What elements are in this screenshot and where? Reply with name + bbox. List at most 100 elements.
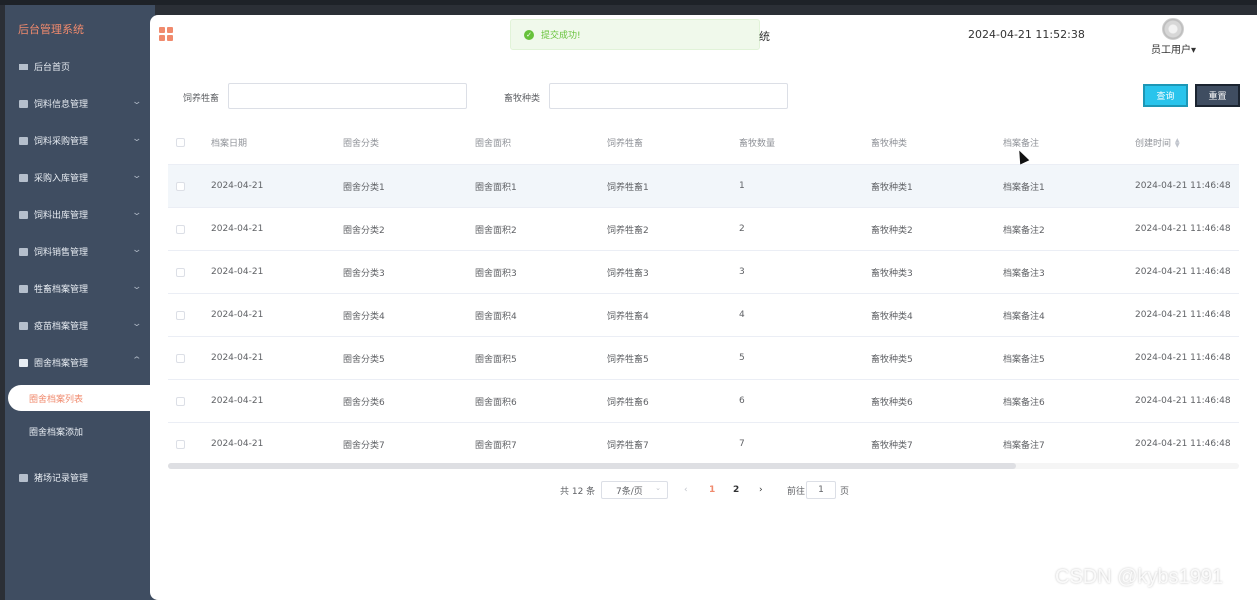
- cell-remark: 档案备注7: [1003, 440, 1045, 451]
- row-checkbox[interactable]: [176, 224, 185, 234]
- row-checkbox[interactable]: [176, 181, 185, 191]
- cell-quantity: 1: [739, 181, 745, 191]
- cell-quantity: 4: [739, 310, 745, 320]
- table-row[interactable]: 2024-04-21 圈舍分类1 圈舍面积1 饲养牲畜1 1 畜牧种类1 档案备注1 2024…: [168, 165, 1239, 208]
- page-size-select[interactable]: 7条/页 ⌄: [601, 481, 668, 499]
- table-row[interactable]: 2024-04-21 圈舍分类7 圈舍面积7 饲养牲畜7 7 畜牧种类7 档案备注7 2024…: [168, 423, 1239, 466]
- query-button[interactable]: 查询: [1143, 84, 1188, 107]
- sidebar-item-livestock[interactable]: 牲畜档案管理 ⌄: [5, 270, 155, 307]
- table-header-row: 档案日期 圈舍分类 圈舍面积 饲养牲畜 畜牧数量 畜牧种类 档案备注 创建时间 …: [168, 121, 1239, 165]
- category-input[interactable]: [549, 83, 788, 109]
- sidebar-item-purchase-inbound[interactable]: 采购入库管理 ⌄: [5, 159, 155, 196]
- page-title-fragment: 统: [759, 30, 770, 43]
- success-toast: ✓ 提交成功!: [510, 19, 760, 50]
- col-header-livestock[interactable]: 饲养牲畜: [607, 121, 643, 164]
- cell-pen-category: 圈舍分类4: [343, 311, 385, 322]
- goto-unit: 页: [840, 486, 850, 497]
- col-header-pen-category[interactable]: 圈舍分类: [343, 121, 379, 164]
- sidebar-item-pen-archive[interactable]: 圈舍档案管理 ⌃: [5, 344, 155, 381]
- cell-pen-category: 圈舍分类2: [343, 225, 385, 236]
- cell-remark: 档案备注3: [1003, 268, 1045, 279]
- sidebar-item-farm-records[interactable]: 猪场记录管理: [5, 459, 155, 496]
- cell-date: 2024-04-21: [211, 267, 264, 277]
- data-table: 档案日期 圈舍分类 圈舍面积 饲养牲畜 畜牧数量 畜牧种类 档案备注 创建时间 …: [168, 121, 1239, 466]
- sidebar-item-label: 牲畜档案管理: [34, 285, 89, 295]
- goto-page-input[interactable]: [806, 481, 836, 499]
- cell-category: 畜牧种类7: [871, 440, 913, 451]
- cell-date: 2024-04-21: [211, 310, 264, 320]
- cell-created: 2024-04-21 11:46:48: [1135, 224, 1231, 234]
- cell-quantity: 2: [739, 224, 745, 234]
- col-header-quantity[interactable]: 畜牧数量: [739, 121, 775, 164]
- row-checkbox[interactable]: [176, 310, 185, 320]
- menu-icon: [19, 247, 28, 256]
- sort-icon[interactable]: ▲ ▼: [1175, 137, 1180, 148]
- page-1-button[interactable]: 1: [709, 481, 715, 499]
- sidebar-item-label: 饲料出库管理: [34, 211, 89, 221]
- cell-date: 2024-04-21: [211, 439, 264, 449]
- cell-pen-area: 圈舍面积2: [475, 225, 517, 236]
- row-checkbox[interactable]: [176, 439, 185, 449]
- cell-pen-area: 圈舍面积1: [475, 182, 517, 193]
- cell-date: 2024-04-21: [211, 353, 264, 363]
- page-2-button[interactable]: 2: [733, 481, 739, 499]
- chevron-up-icon: ⌃: [131, 356, 143, 366]
- table-row[interactable]: 2024-04-21 圈舍分类4 圈舍面积4 饲养牲畜4 4 畜牧种类4 档案备注4 2024…: [168, 294, 1239, 337]
- sidebar-item-feed-outbound[interactable]: 饲料出库管理 ⌄: [5, 196, 155, 233]
- sidebar-item-label: 后台首页: [34, 63, 71, 73]
- grid-menu-icon[interactable]: [159, 27, 173, 41]
- sidebar-item-feed-sales[interactable]: 饲料销售管理 ⌄: [5, 233, 155, 270]
- cell-remark: 档案备注1: [1003, 182, 1045, 193]
- prev-page-button[interactable]: ‹: [684, 481, 688, 499]
- col-header-created[interactable]: 创建时间 ▲ ▼: [1135, 121, 1180, 164]
- submenu-item-pen-add[interactable]: 圈舍档案添加: [29, 425, 83, 438]
- sidebar-item-feed-purchase[interactable]: 饲料采购管理 ⌄: [5, 122, 155, 159]
- cell-quantity: 3: [739, 267, 745, 277]
- sidebar-menu-bottom: 猪场记录管理: [5, 459, 155, 496]
- cell-remark: 档案备注4: [1003, 311, 1045, 322]
- user-menu[interactable]: 员工用户▾: [1151, 41, 1196, 56]
- scrollbar-thumb[interactable]: [168, 463, 1016, 469]
- menu-icon: [19, 210, 28, 219]
- reset-button[interactable]: 重置: [1195, 84, 1240, 107]
- cell-created: 2024-04-21 11:46:48: [1135, 439, 1231, 449]
- chevron-down-icon: ⌄: [131, 97, 143, 107]
- cell-quantity: 7: [739, 439, 745, 449]
- cell-created: 2024-04-21 11:46:48: [1135, 353, 1231, 363]
- row-checkbox[interactable]: [176, 396, 185, 406]
- cell-category: 畜牧种类2: [871, 225, 913, 236]
- sidebar-item-vaccine[interactable]: 疫苗档案管理 ⌄: [5, 307, 155, 344]
- sidebar-item-home[interactable]: 后台首页: [5, 48, 155, 85]
- cell-created: 2024-04-21 11:46:48: [1135, 310, 1231, 320]
- table-row[interactable]: 2024-04-21 圈舍分类3 圈舍面积3 饲养牲畜3 3 畜牧种类3 档案备注3 2024…: [168, 251, 1239, 294]
- cell-pen-category: 圈舍分类7: [343, 440, 385, 451]
- next-page-button[interactable]: ›: [759, 481, 763, 499]
- page-size-value: 7条/页: [616, 486, 643, 497]
- horizontal-scrollbar[interactable]: [168, 463, 1239, 469]
- submenu-item-pen-list[interactable]: 圈舍档案列表: [8, 385, 155, 411]
- col-header-date[interactable]: 档案日期: [211, 121, 247, 164]
- row-checkbox[interactable]: [176, 267, 185, 277]
- cell-category: 畜牧种类1: [871, 182, 913, 193]
- cell-category: 畜牧种类6: [871, 397, 913, 408]
- cell-pen-area: 圈舍面积3: [475, 268, 517, 279]
- watermark: CSDN @kybs1991: [1055, 566, 1224, 588]
- select-all-checkbox[interactable]: [176, 138, 185, 147]
- sidebar: 后台管理系统 后台首页 饲料信息管理 ⌄ 饲料采购管理 ⌄ 采购入库管理 ⌄ 饲…: [5, 5, 155, 600]
- cell-category: 畜牧种类3: [871, 268, 913, 279]
- header-datetime: 2024-04-21 11:52:38: [968, 28, 1085, 41]
- sidebar-item-label: 饲料信息管理: [34, 100, 89, 110]
- avatar[interactable]: [1162, 18, 1184, 40]
- col-header-category[interactable]: 畜牧种类: [871, 121, 907, 164]
- table-row[interactable]: 2024-04-21 圈舍分类6 圈舍面积6 饲养牲畜6 6 畜牧种类6 档案备注6 2024…: [168, 380, 1239, 423]
- sidebar-item-feed-info[interactable]: 饲料信息管理 ⌄: [5, 85, 155, 122]
- sidebar-item-label: 采购入库管理: [34, 174, 89, 184]
- col-header-pen-area[interactable]: 圈舍面积: [475, 121, 511, 164]
- table-row[interactable]: 2024-04-21 圈舍分类5 圈舍面积5 饲养牲畜5 5 畜牧种类5 档案备注5 2024…: [168, 337, 1239, 380]
- caret-down-icon: ▾: [1191, 45, 1197, 56]
- livestock-input[interactable]: [228, 83, 467, 109]
- cell-pen-area: 圈舍面积5: [475, 354, 517, 365]
- row-checkbox[interactable]: [176, 353, 185, 363]
- table-row[interactable]: 2024-04-21 圈舍分类2 圈舍面积2 饲养牲畜2 2 畜牧种类2 档案备注2 2024…: [168, 208, 1239, 251]
- cell-created: 2024-04-21 11:46:48: [1135, 396, 1231, 406]
